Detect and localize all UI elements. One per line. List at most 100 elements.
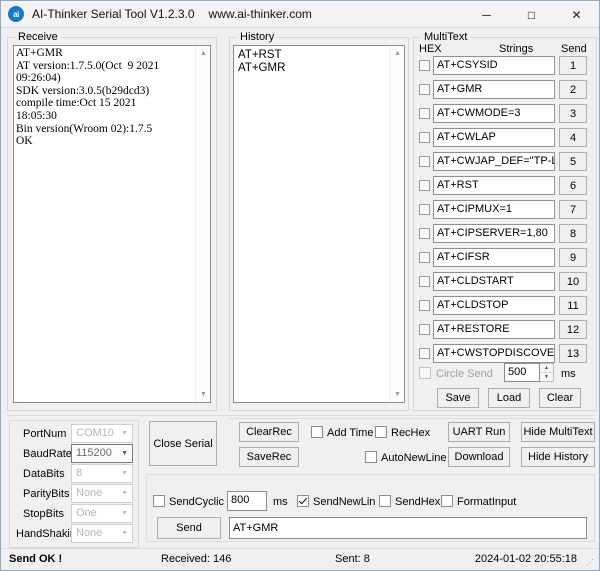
save-rec-button[interactable]: SaveRec bbox=[239, 447, 299, 467]
handshaking-value: None bbox=[76, 527, 102, 539]
save-button[interactable]: Save bbox=[437, 388, 479, 408]
title-bar: ai AI-Thinker Serial Tool V1.2.3.0 www.a… bbox=[1, 1, 599, 28]
multitext-send-button[interactable]: 10 bbox=[559, 272, 587, 291]
multitext-hex-checkbox[interactable] bbox=[419, 228, 430, 239]
receive-scrollbar[interactable]: ▲ ▼ bbox=[195, 46, 210, 402]
history-textarea[interactable]: AT+RST AT+GMR ▲ ▼ bbox=[233, 45, 405, 403]
multitext-send-button[interactable]: 8 bbox=[559, 224, 587, 243]
multitext-header-send: Send bbox=[561, 43, 587, 55]
multitext-command-input[interactable]: AT+CIPMUX=1 bbox=[433, 200, 555, 219]
multitext-hex-checkbox[interactable] bbox=[419, 348, 430, 359]
multitext-hex-checkbox[interactable] bbox=[419, 156, 430, 167]
spinner-down-icon[interactable]: ▼ bbox=[540, 373, 553, 381]
multitext-send-button[interactable]: 3 bbox=[559, 104, 587, 123]
status-datetime: 2024-01-02 20:55:18 bbox=[475, 553, 577, 565]
stopbits-label: StopBits bbox=[23, 508, 64, 520]
app-logo-icon: ai bbox=[8, 6, 24, 22]
multitext-legend: MultiText bbox=[421, 31, 470, 43]
close-serial-button[interactable]: Close Serial bbox=[149, 421, 217, 466]
multitext-hex-checkbox[interactable] bbox=[419, 276, 430, 287]
spinner-up-icon[interactable]: ▲ bbox=[540, 364, 553, 373]
multitext-hex-checkbox[interactable] bbox=[419, 60, 430, 71]
databits-combo[interactable]: 8 ▼ bbox=[71, 464, 133, 483]
receive-textarea[interactable]: AT+GMR AT version:1.7.5.0(Oct 9 2021 09:… bbox=[13, 45, 211, 403]
multitext-hex-checkbox[interactable] bbox=[419, 204, 430, 215]
send-hex-checkbox[interactable] bbox=[379, 495, 391, 507]
multitext-command-input[interactable]: AT+CWJAP_DEF="TP-Link bbox=[433, 152, 555, 171]
history-text: AT+RST AT+GMR bbox=[238, 49, 388, 401]
circle-send-spinner[interactable]: ▲ ▼ bbox=[540, 363, 554, 382]
auto-newline-checkbox[interactable] bbox=[365, 451, 377, 463]
format-input-checkbox[interactable] bbox=[441, 495, 453, 507]
history-scroll-down-icon[interactable]: ▼ bbox=[390, 387, 405, 402]
handshaking-combo[interactable]: None ▼ bbox=[71, 524, 133, 543]
send-newline-label: SendNewLin bbox=[313, 496, 375, 508]
history-scroll-up-icon[interactable]: ▲ bbox=[390, 46, 405, 61]
divider-send-left bbox=[146, 474, 147, 541]
multitext-send-button[interactable]: 13 bbox=[559, 344, 587, 363]
minimize-icon[interactable]: ─ bbox=[464, 1, 509, 28]
circle-send-unit-label: ms bbox=[561, 368, 576, 380]
multitext-command-input[interactable]: AT+GMR bbox=[433, 80, 555, 99]
send-cyclic-interval-input[interactable]: 800 bbox=[227, 491, 267, 511]
chevron-down-icon-hs: ▼ bbox=[121, 525, 128, 542]
scroll-down-icon[interactable]: ▼ bbox=[196, 387, 211, 402]
chevron-down-icon: ▼ bbox=[121, 425, 128, 442]
send-cyclic-checkbox[interactable] bbox=[153, 495, 165, 507]
send-input[interactable]: AT+GMR bbox=[229, 517, 587, 539]
stopbits-combo[interactable]: One ▼ bbox=[71, 504, 133, 523]
multitext-send-button[interactable]: 4 bbox=[559, 128, 587, 147]
divider-send-top bbox=[146, 474, 595, 475]
multitext-send-button[interactable]: 1 bbox=[559, 56, 587, 75]
portnum-combo[interactable]: COM10 ▼ bbox=[71, 424, 133, 443]
history-scrollbar[interactable]: ▲ ▼ bbox=[389, 46, 404, 402]
send-button[interactable]: Send bbox=[157, 517, 221, 539]
circle-send-checkbox[interactable] bbox=[419, 367, 431, 379]
multitext-send-button[interactable]: 12 bbox=[559, 320, 587, 339]
rec-hex-checkbox[interactable] bbox=[375, 426, 387, 438]
multitext-send-button[interactable]: 9 bbox=[559, 248, 587, 267]
paritybits-combo[interactable]: None ▼ bbox=[71, 484, 133, 503]
multitext-hex-checkbox[interactable] bbox=[419, 84, 430, 95]
download-button[interactable]: Download bbox=[448, 447, 510, 467]
multitext-command-input[interactable]: AT+CIPSERVER=1,80 bbox=[433, 224, 555, 243]
uart-run-button[interactable]: UART Run bbox=[448, 422, 510, 442]
maximize-icon[interactable]: □ bbox=[509, 1, 554, 28]
add-time-checkbox[interactable] bbox=[311, 426, 323, 438]
multitext-send-button[interactable]: 11 bbox=[559, 296, 587, 315]
multitext-hex-checkbox[interactable] bbox=[419, 180, 430, 191]
receive-legend: Receive bbox=[15, 31, 61, 43]
multitext-command-input[interactable]: AT+CLDSTOP bbox=[433, 296, 555, 315]
scroll-up-icon[interactable]: ▲ bbox=[196, 46, 211, 61]
multitext-command-input[interactable]: AT+CWMODE=3 bbox=[433, 104, 555, 123]
multitext-hex-checkbox[interactable] bbox=[419, 108, 430, 119]
clear-rec-button[interactable]: ClearRec bbox=[239, 422, 299, 442]
circle-send-interval-input[interactable]: 500 bbox=[504, 363, 540, 382]
multitext-hex-checkbox[interactable] bbox=[419, 324, 430, 335]
multitext-command-input[interactable]: AT+RESTORE bbox=[433, 320, 555, 339]
resize-grip-icon[interactable]: ⋰ bbox=[586, 558, 596, 568]
multitext-send-button[interactable]: 7 bbox=[559, 200, 587, 219]
baudrate-combo[interactable]: 115200 ▼ bbox=[71, 444, 133, 463]
multitext-hex-checkbox[interactable] bbox=[419, 132, 430, 143]
hide-history-button[interactable]: Hide History bbox=[521, 447, 595, 467]
multitext-hex-checkbox[interactable] bbox=[419, 252, 430, 263]
multitext-command-input[interactable]: AT+RST bbox=[433, 176, 555, 195]
chevron-down-icon-parity: ▼ bbox=[121, 485, 128, 502]
close-icon[interactable]: ✕ bbox=[554, 1, 599, 28]
multitext-command-input[interactable]: AT+CWSTOPDISCOVER bbox=[433, 344, 555, 363]
multitext-send-button[interactable]: 6 bbox=[559, 176, 587, 195]
multitext-send-button[interactable]: 2 bbox=[559, 80, 587, 99]
multitext-command-input[interactable]: AT+CSYSID bbox=[433, 56, 555, 75]
multitext-command-input[interactable]: AT+CWLAP bbox=[433, 128, 555, 147]
load-button[interactable]: Load bbox=[488, 388, 530, 408]
multitext-command-input[interactable]: AT+CLDSTART bbox=[433, 272, 555, 291]
send-newline-checkbox[interactable] bbox=[297, 495, 309, 507]
multitext-command-input[interactable]: AT+CIFSR bbox=[433, 248, 555, 267]
multitext-hex-checkbox[interactable] bbox=[419, 300, 430, 311]
window-title: AI-Thinker Serial Tool V1.2.3.0 bbox=[32, 7, 195, 21]
clear-button[interactable]: Clear bbox=[539, 388, 581, 408]
hide-multitext-button[interactable]: Hide MultiText bbox=[521, 422, 595, 442]
multitext-send-button[interactable]: 5 bbox=[559, 152, 587, 171]
status-sent: Sent: 8 bbox=[335, 553, 370, 565]
